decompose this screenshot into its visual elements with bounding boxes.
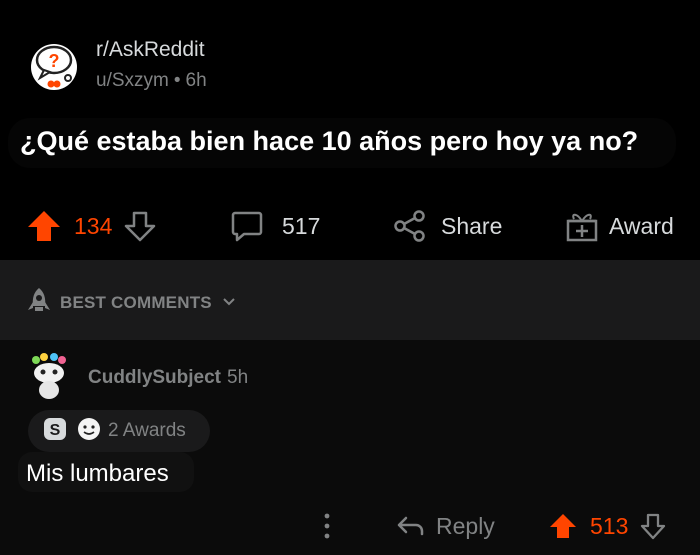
svg-text:?: ? bbox=[49, 51, 60, 71]
post-title[interactable]: ¿Qué estaba bien hace 10 años pero hoy y… bbox=[20, 126, 638, 157]
share-button[interactable]: Share bbox=[393, 200, 502, 252]
upvote-count: 134 bbox=[74, 212, 113, 239]
comment-action-bar: Reply 513 bbox=[0, 506, 700, 546]
downvote-icon[interactable] bbox=[124, 210, 156, 242]
wholesome-award-icon bbox=[76, 416, 102, 447]
comment-age: 5h bbox=[227, 367, 249, 388]
upvote-icon[interactable] bbox=[548, 512, 578, 540]
chevron-down-icon bbox=[222, 294, 236, 312]
more-options-icon[interactable] bbox=[322, 510, 332, 547]
comment-count: 517 bbox=[282, 212, 321, 239]
snoo-avatar-icon bbox=[32, 353, 66, 399]
comment-sort-bar: BEST COMMENTS bbox=[0, 260, 700, 340]
post-author[interactable]: u/Sxzym bbox=[96, 70, 169, 91]
vote-group: 134 bbox=[26, 200, 156, 252]
rocket-icon bbox=[26, 286, 52, 319]
silver-award-icon: S bbox=[42, 416, 68, 447]
sort-label: BEST COMMENTS bbox=[60, 292, 212, 312]
post-card: ? r/AskReddit u/Sxzym • 6h ¿Qué estaba bie… bbox=[0, 0, 700, 260]
subreddit-avatar[interactable]: ? bbox=[24, 38, 84, 92]
gift-icon bbox=[565, 209, 599, 243]
askreddit-icon: ? bbox=[31, 44, 77, 90]
comment-author[interactable]: CuddlySubject bbox=[88, 367, 221, 388]
svg-text:S: S bbox=[50, 422, 61, 439]
upvote-icon[interactable] bbox=[26, 209, 62, 243]
award-button[interactable]: Award bbox=[565, 200, 674, 252]
sort-dropdown[interactable]: BEST COMMENTS bbox=[26, 286, 236, 319]
commenter-avatar[interactable] bbox=[26, 352, 74, 400]
reply-button[interactable]: Reply bbox=[396, 500, 495, 552]
comment-icon bbox=[230, 209, 264, 243]
share-label: Share bbox=[441, 212, 503, 239]
comment: CuddlySubject 5h S 2 Awards Mis lumbares … bbox=[0, 340, 700, 555]
reply-label: Reply bbox=[436, 512, 495, 539]
downvote-icon[interactable] bbox=[640, 512, 666, 540]
subreddit-name[interactable]: r/AskReddit bbox=[96, 38, 205, 62]
post-action-bar: 134 517 Share Award bbox=[0, 200, 700, 252]
meta-separator: • bbox=[173, 70, 181, 91]
award-label: Award bbox=[609, 212, 674, 239]
post-age: 6h bbox=[185, 70, 207, 91]
comment-vote-count: 513 bbox=[590, 512, 629, 539]
comment-meta: CuddlySubject 5h bbox=[88, 367, 248, 389]
reply-icon bbox=[396, 514, 424, 538]
share-icon bbox=[393, 209, 427, 243]
comment-vote-group: 513 bbox=[548, 500, 666, 552]
post-meta: u/Sxzym • 6h bbox=[96, 70, 207, 92]
comments-button[interactable]: 517 bbox=[230, 200, 320, 252]
awards-pill[interactable]: S 2 Awards bbox=[28, 410, 210, 452]
award-count: 2 Awards bbox=[108, 420, 186, 441]
comment-body: Mis lumbares bbox=[26, 460, 169, 487]
